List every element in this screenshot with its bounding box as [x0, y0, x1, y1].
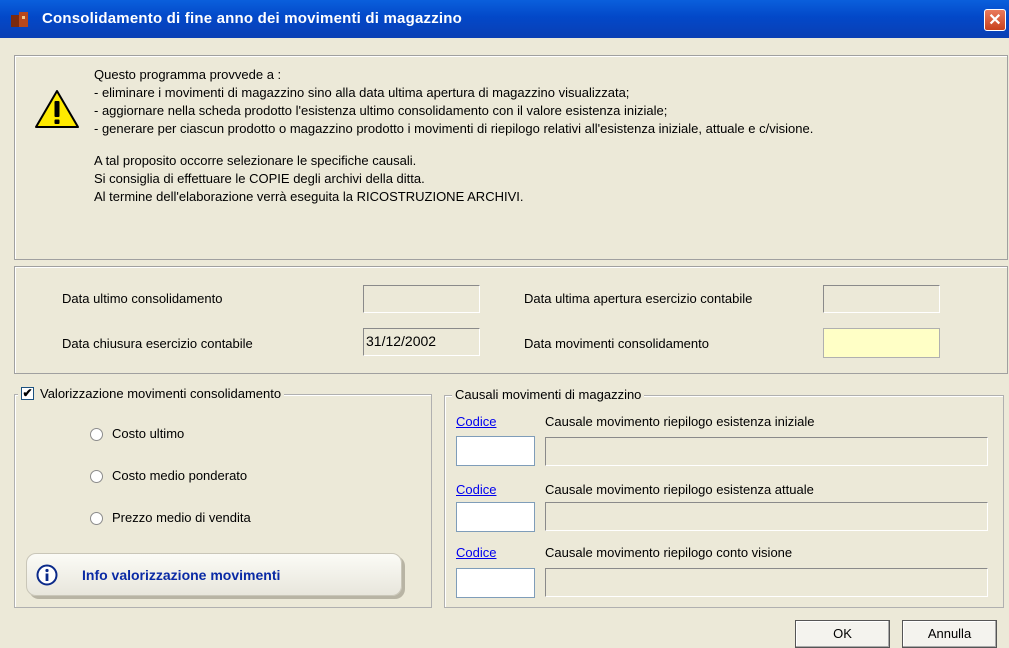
chiusura-label: Data chiusura esercizio contabile	[62, 336, 253, 351]
causali-legend: Causali movimenti di magazzino	[452, 387, 645, 402]
valorizzazione-checkbox[interactable]: ✔	[21, 387, 34, 400]
info-valorizzazione-label[interactable]: Info valorizzazione movimenti	[82, 567, 280, 583]
ultima-apertura-field[interactable]	[823, 285, 940, 313]
radio-costo-ultimo-label[interactable]: Costo ultimo	[112, 426, 184, 441]
chiusura-field[interactable]: 31/12/2002	[363, 328, 480, 356]
info-line: A tal proposito occorre selezionare le s…	[94, 153, 417, 168]
radio-prezzo-medio-vendita-label[interactable]: Prezzo medio di vendita	[112, 510, 251, 525]
info-icon	[36, 564, 58, 586]
radio-costo-medio-ponderato-label[interactable]: Costo medio ponderato	[112, 468, 247, 483]
ok-button[interactable]: OK	[795, 620, 890, 648]
ultima-apertura-label: Data ultima apertura esercizio contabile	[524, 291, 753, 306]
app-icon	[11, 12, 28, 27]
cancel-button[interactable]: Annulla	[902, 620, 997, 648]
radio-costo-ultimo[interactable]	[90, 428, 103, 441]
codice-link-1[interactable]: Codice	[456, 414, 496, 429]
info-text-block: Questo programma provvede a : - eliminar…	[94, 66, 813, 206]
codice-input-1[interactable]	[456, 436, 535, 466]
info-line: - generare per ciascun prodotto o magazz…	[94, 121, 814, 136]
info-line: - aggiornare nella scheda prodotto l'esi…	[94, 103, 668, 118]
window-title: Consolidamento di fine anno dei moviment…	[42, 10, 462, 27]
codice-input-3[interactable]	[456, 568, 535, 598]
ultimo-consolidamento-label: Data ultimo consolidamento	[62, 291, 223, 306]
causale-label-3: Causale movimento riepilogo conto vision…	[545, 545, 793, 560]
radio-prezzo-medio-vendita[interactable]	[90, 512, 103, 525]
causale-label-1: Causale movimento riepilogo esistenza in…	[545, 414, 815, 429]
codice-link-2[interactable]: Codice	[456, 482, 496, 497]
causale-description-1	[545, 437, 988, 466]
info-line: Al termine dell'elaborazione verrà esegu…	[94, 189, 524, 204]
close-button[interactable]: ✕	[984, 9, 1006, 31]
info-line: Si consiglia di effettuare le COPIE degl…	[94, 171, 425, 186]
causale-description-2	[545, 502, 988, 531]
causale-description-3	[545, 568, 988, 597]
radio-costo-medio-ponderato[interactable]	[90, 470, 103, 483]
codice-input-2[interactable]	[456, 502, 535, 532]
data-movimenti-field[interactable]	[823, 328, 940, 358]
valorizzazione-checkbox-label[interactable]: Valorizzazione movimenti consolidamento	[40, 386, 281, 401]
causale-label-2: Causale movimento riepilogo esistenza at…	[545, 482, 814, 497]
ultimo-consolidamento-field[interactable]	[363, 285, 480, 313]
info-line: Questo programma provvede a :	[94, 67, 282, 82]
valorizzazione-legend: ✔ Valorizzazione movimenti consolidament…	[18, 386, 285, 401]
movimenti-label: Data movimenti consolidamento	[524, 336, 709, 351]
codice-link-3[interactable]: Codice	[456, 545, 496, 560]
info-line-spacer	[94, 138, 813, 152]
info-line: - eliminare i movimenti di magazzino sin…	[94, 85, 630, 100]
warning-icon	[35, 90, 79, 128]
